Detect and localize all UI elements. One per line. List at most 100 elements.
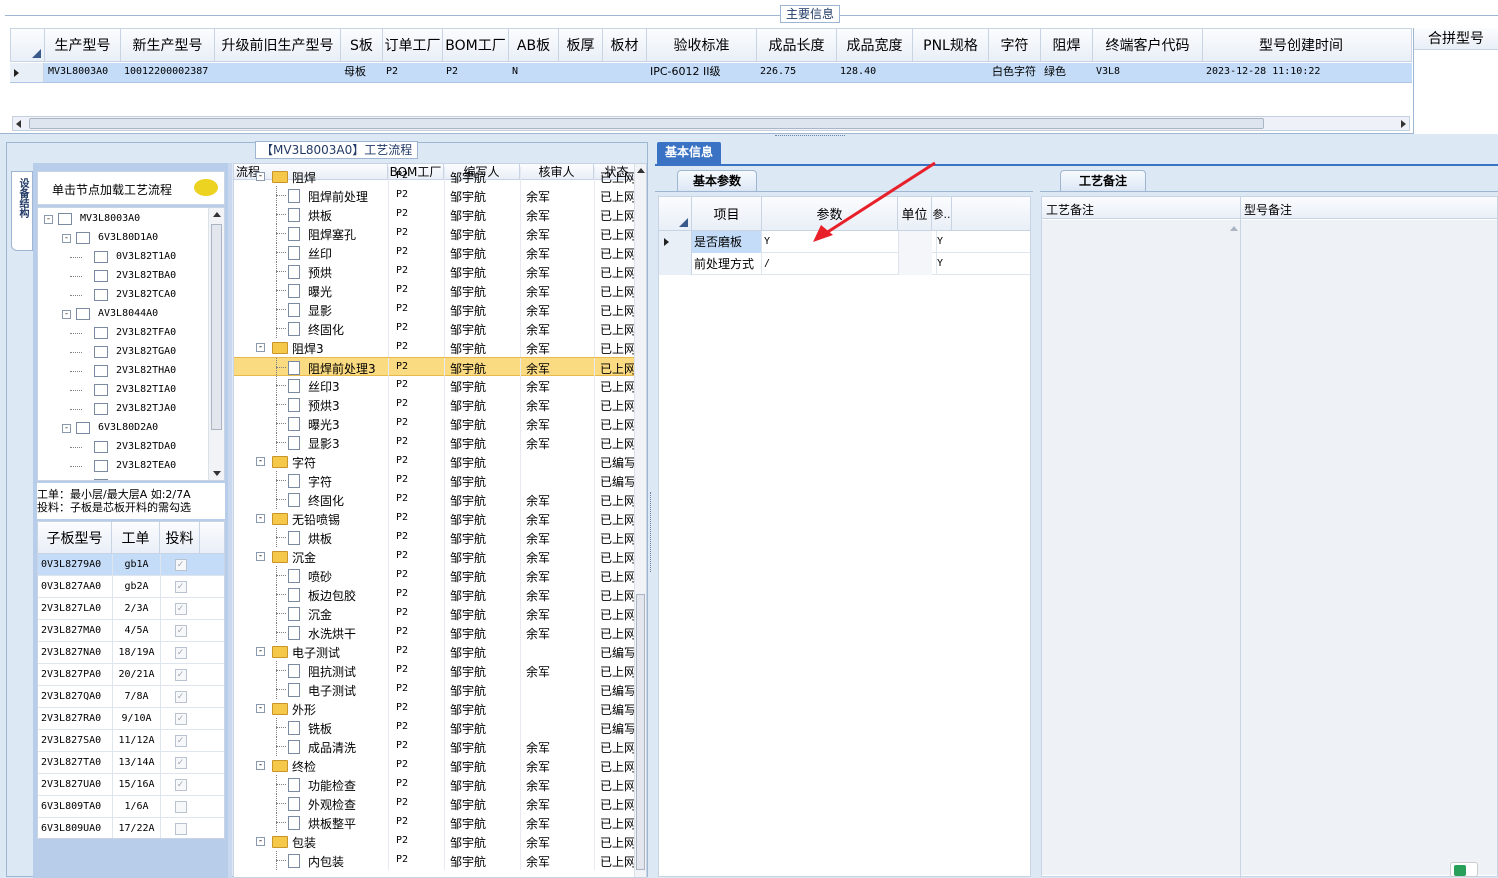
sub-board-row[interactable]: 2V3L827TA0 13/14A ✓ xyxy=(38,752,224,774)
main-col-header[interactable]: 型号创建时间 xyxy=(1203,29,1349,61)
main-col-header[interactable]: 字符 xyxy=(989,29,1041,61)
collapse-icon[interactable]: - xyxy=(256,514,265,523)
horizontal-splitter[interactable] xyxy=(0,135,1498,142)
param-value[interactable]: / xyxy=(764,253,900,275)
scroll-down-icon[interactable] xyxy=(213,471,221,476)
flow-row[interactable]: 外观检查 P2 邹宇航 余军 已上网 xyxy=(234,794,646,813)
tree-node[interactable]: - 6V3L80D1A0 xyxy=(38,229,208,248)
flow-row[interactable]: - 无铅喷锡 P2 邹宇航 余军 已上网 xyxy=(234,509,646,528)
feed-checkbox[interactable]: ✓ xyxy=(174,757,187,769)
main-col-header[interactable]: S板 xyxy=(341,29,383,61)
flow-row[interactable]: 烘板 P2 邹宇航 余军 已上网 xyxy=(234,528,646,547)
flow-row[interactable]: - 阻焊 P2 邹宇航 已上网 xyxy=(234,167,646,186)
tree-node[interactable]: 2V3L82TEA0 xyxy=(38,457,208,476)
collapse-icon[interactable]: - xyxy=(256,837,265,846)
basic-info-tab[interactable]: 基本信息 xyxy=(657,142,721,164)
param-row[interactable]: 前处理方式 / Y xyxy=(659,253,1030,275)
flow-row[interactable]: 终固化 P2 邹宇航 余军 已上网 xyxy=(234,319,646,338)
sub-board-row[interactable]: 2V3L827LA0 2/3A ✓ xyxy=(38,598,224,620)
sub-board-row[interactable]: 2V3L827SA0 11/12A ✓ xyxy=(38,730,224,752)
flow-row[interactable]: 水洗烘干 P2 邹宇航 余军 已上网 xyxy=(234,623,646,642)
left-splitter[interactable] xyxy=(228,163,232,878)
flow-row[interactable]: 丝印3 P2 邹宇航 余军 已上网 xyxy=(234,376,646,395)
main-col-header[interactable]: 新生产型号 xyxy=(121,29,215,61)
flow-row[interactable]: 曝光 P2 邹宇航 余军 已上网 xyxy=(234,281,646,300)
tree-node[interactable]: 2V3L82TDA0 xyxy=(38,438,208,457)
collapse-icon[interactable]: - xyxy=(62,310,71,319)
sub-board-row[interactable]: 2V3L827QA0 7/8A ✓ xyxy=(38,686,224,708)
process-notes-tab[interactable]: 工艺备注 xyxy=(1060,170,1146,192)
main-grid-row[interactable]: MV3L8003A0 10012200002387 母板 P2 P2 N IPC-6012 … xyxy=(10,63,1412,83)
flow-row[interactable]: 沉金 P2 邹宇航 余军 已上网 xyxy=(234,604,646,623)
main-col-header[interactable]: 升级前旧生产型号 xyxy=(215,29,341,61)
sub-board-row[interactable]: 6V3L809UA0 17/22A xyxy=(38,818,224,838)
tree-node[interactable]: 2V3L82TCA0 xyxy=(38,286,208,305)
sub-board-row[interactable]: 0V3L8279A0 gb1A ✓ xyxy=(38,554,224,576)
flow-row[interactable]: 阻焊塞孔 P2 邹宇航 余军 已上网 xyxy=(234,224,646,243)
basic-params-tab[interactable]: 基本参数 xyxy=(677,170,757,192)
main-col-header[interactable]: 验收标准 xyxy=(647,29,757,61)
flow-row[interactable]: 成品清洗 P2 邹宇航 余军 已上网 xyxy=(234,737,646,756)
collapse-icon[interactable]: - xyxy=(256,172,265,181)
collapse-icon[interactable]: - xyxy=(256,704,265,713)
flow-row[interactable]: 功能检查 P2 邹宇航 余军 已上网 xyxy=(234,775,646,794)
flow-row[interactable]: 字符 P2 邹宇航 已编写 xyxy=(234,471,646,490)
flow-row[interactable]: - 电子测试 P2 邹宇航 已编写 xyxy=(234,642,646,661)
params-notes-splitter[interactable] xyxy=(1033,168,1040,877)
flow-row[interactable]: - 终检 P2 邹宇航 余军 已上网 xyxy=(234,756,646,775)
tree-node[interactable]: 0V3L82T2A0 xyxy=(38,476,208,480)
flow-row[interactable]: 烘板 P2 邹宇航 余军 已上网 xyxy=(234,205,646,224)
feed-checkbox[interactable]: ✓ xyxy=(174,603,187,615)
sub-board-row[interactable]: 6V3L809TA0 1/6A xyxy=(38,796,224,818)
feed-checkbox[interactable]: ✓ xyxy=(174,713,187,725)
flow-row[interactable]: 烘板整平 P2 邹宇航 余军 已上网 xyxy=(234,813,646,832)
flow-scroll-thumb[interactable] xyxy=(636,594,645,870)
tree-node[interactable]: 2V3L82TIA0 xyxy=(38,381,208,400)
feed-checkbox[interactable]: ✓ xyxy=(174,669,187,681)
feed-checkbox[interactable] xyxy=(174,801,187,813)
flow-row[interactable]: 铣板 P2 邹宇航 已编写 xyxy=(234,718,646,737)
sub-col-header[interactable]: 投料 xyxy=(160,522,200,553)
sub-col-header[interactable]: 子板型号 xyxy=(38,522,112,553)
tree-node[interactable]: - AV3L8044A0 xyxy=(38,305,208,324)
main-horizontal-scrollbar[interactable] xyxy=(12,116,1410,131)
flow-row[interactable]: 板边包胶 P2 邹宇航 余军 已上网 xyxy=(234,585,646,604)
feed-checkbox[interactable]: ✓ xyxy=(174,735,187,747)
tree-node[interactable]: 2V3L82TFA0 xyxy=(38,324,208,343)
sub-board-row[interactable]: 2V3L827PA0 20/21A ✓ xyxy=(38,664,224,686)
scroll-up-icon[interactable] xyxy=(213,212,221,217)
param-col-header[interactable]: 项目 xyxy=(692,197,762,230)
main-col-header[interactable]: 板厚 xyxy=(559,29,603,61)
model-notes-area[interactable] xyxy=(1241,220,1497,875)
flow-row[interactable]: 电子测试 P2 邹宇航 已编写 xyxy=(234,680,646,699)
sub-col-header[interactable]: 工单 xyxy=(112,522,160,553)
main-col-header[interactable]: PNL规格 xyxy=(913,29,989,61)
main-col-header[interactable]: 成品长度 xyxy=(757,29,837,61)
sub-board-row[interactable]: 2V3L827UA0 15/16A ✓ xyxy=(38,774,224,796)
feed-checkbox[interactable]: ✓ xyxy=(174,647,187,659)
flow-row[interactable]: 终固化 P2 邹宇航 余军 已上网 xyxy=(234,490,646,509)
tree-node[interactable]: 2V3L82TGA0 xyxy=(38,343,208,362)
flow-row[interactable]: 内包装 P2 邹宇航 余军 已上网 xyxy=(234,851,646,870)
flow-row[interactable]: 显影3 P2 邹宇航 余军 已上网 xyxy=(234,433,646,452)
flow-scrollbar[interactable] xyxy=(634,164,646,877)
flow-row[interactable]: 丝印 P2 邹宇航 余军 已上网 xyxy=(234,243,646,262)
flow-row[interactable]: - 阻焊3 P2 邹宇航 余军 已上网 xyxy=(234,338,646,357)
collapse-icon[interactable]: - xyxy=(256,761,265,770)
collapse-icon[interactable]: - xyxy=(44,215,53,224)
main-col-header[interactable]: 成品宽度 xyxy=(837,29,913,61)
flow-row[interactable]: 阻焊前处理 P2 邹宇航 余军 已上网 xyxy=(234,186,646,205)
model-tree[interactable]: - MV3L8003A0 - 6V3L80D1A0 0V3L82T1A0 2V3L82TB… xyxy=(37,207,225,481)
tree-node[interactable]: 2V3L82THA0 xyxy=(38,362,208,381)
feed-checkbox[interactable]: ✓ xyxy=(174,581,187,593)
flow-row[interactable]: 阻焊前处理3 P2 邹宇航 余军 已上网 xyxy=(234,357,646,377)
scroll-up-icon[interactable] xyxy=(637,168,645,173)
sub-board-row[interactable]: 2V3L827NA0 18/19A ✓ xyxy=(38,642,224,664)
feed-checkbox[interactable]: ✓ xyxy=(174,625,187,637)
tree-node[interactable]: - 6V3L80D2A0 xyxy=(38,419,208,438)
collapse-icon[interactable]: - xyxy=(62,424,71,433)
tree-node[interactable]: - MV3L8003A0 xyxy=(38,210,208,229)
feed-checkbox[interactable]: ✓ xyxy=(174,559,187,571)
vertical-splitter[interactable] xyxy=(648,142,655,877)
device-structure-tab[interactable]: 设备结构 xyxy=(11,171,33,251)
